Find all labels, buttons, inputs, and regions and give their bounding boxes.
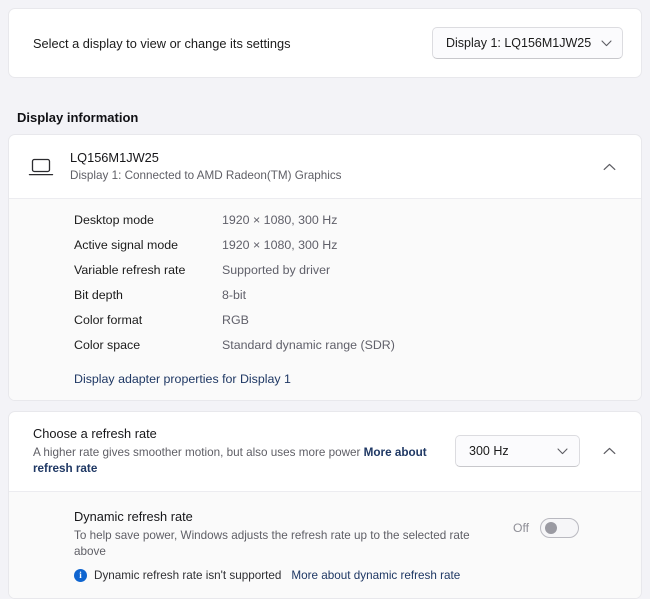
detail-key: Color space xyxy=(74,338,141,352)
detail-row: Bit depth 8-bit xyxy=(9,288,641,313)
detail-value: RGB xyxy=(222,313,249,327)
display-information-expander-header[interactable]: LQ156M1JW25 Display 1: Connected to AMD … xyxy=(9,135,641,198)
select-display-label: Select a display to view or change its s… xyxy=(33,35,291,51)
toggle-knob xyxy=(545,522,558,534)
refresh-rate-dropdown[interactable]: 300 Hz xyxy=(455,435,580,467)
detail-row: Color format RGB xyxy=(9,313,641,338)
chevron-down-icon xyxy=(601,39,612,46)
dynamic-refresh-rate-note: i Dynamic refresh rate isn't supported M… xyxy=(74,569,499,582)
display-settings-page: Select a display to view or change its s… xyxy=(0,8,650,599)
display-information-details: Desktop mode 1920 × 1080, 300 Hz Active … xyxy=(9,198,641,400)
display-information-collapse-button[interactable] xyxy=(594,152,624,182)
detail-value: 1920 × 1080, 300 Hz xyxy=(222,213,338,227)
detail-key: Active signal mode xyxy=(74,238,178,252)
refresh-rate-texts: Choose a refresh rate A higher rate give… xyxy=(33,425,441,477)
display-adapter-properties-link[interactable]: Display adapter properties for Display 1 xyxy=(9,363,291,388)
display-device-name: LQ156M1JW25 xyxy=(70,150,159,165)
laptop-icon xyxy=(28,158,54,175)
dynamic-refresh-rate-title: Dynamic refresh rate xyxy=(74,509,193,524)
dynamic-refresh-rate-toggle[interactable] xyxy=(540,518,580,538)
detail-row: Variable refresh rate Supported by drive… xyxy=(9,263,641,288)
refresh-rate-value: 300 Hz xyxy=(469,444,509,458)
display-information-heading: Display information xyxy=(17,110,139,125)
display-information-titles: LQ156M1JW25 Display 1: Connected to AMD … xyxy=(70,149,578,184)
more-about-dynamic-refresh-rate-link[interactable]: More about dynamic refresh rate xyxy=(291,569,460,582)
display-device-subtitle: Display 1: Connected to AMD Radeon(TM) G… xyxy=(70,169,342,182)
select-display-card: Select a display to view or change its s… xyxy=(8,8,642,78)
display-information-card: LQ156M1JW25 Display 1: Connected to AMD … xyxy=(8,134,642,401)
detail-key: Variable refresh rate xyxy=(74,263,186,277)
refresh-rate-title: Choose a refresh rate xyxy=(33,426,157,441)
detail-key: Color format xyxy=(74,313,143,327)
detail-row: Color space Standard dynamic range (SDR) xyxy=(9,338,641,363)
detail-row: Active signal mode 1920 × 1080, 300 Hz xyxy=(9,238,641,263)
dynamic-refresh-rate-texts: Dynamic refresh rate To help save power,… xyxy=(74,508,499,582)
detail-value: Standard dynamic range (SDR) xyxy=(222,338,395,352)
chevron-up-icon xyxy=(603,163,615,170)
detail-key: Bit depth xyxy=(74,288,123,302)
dynamic-refresh-rate-note-text: Dynamic refresh rate isn't supported xyxy=(94,569,282,582)
chevron-up-icon xyxy=(603,447,615,455)
detail-row: Desktop mode 1920 × 1080, 300 Hz xyxy=(9,213,641,238)
dynamic-refresh-rate-description: To help save power, Windows adjusts the … xyxy=(74,529,470,558)
refresh-rate-description: A higher rate gives smoother motion, but… xyxy=(33,445,441,477)
refresh-rate-description-text: A higher rate gives smoother motion, but… xyxy=(33,446,361,459)
detail-value: 8-bit xyxy=(222,288,247,302)
info-circle-icon: i xyxy=(74,569,87,582)
detail-value: 1920 × 1080, 300 Hz xyxy=(222,238,338,252)
chevron-down-icon xyxy=(557,447,568,454)
dynamic-refresh-rate-toggle-group: Off xyxy=(513,508,580,538)
dynamic-refresh-rate-toggle-state: Off xyxy=(513,521,530,535)
refresh-rate-header: Choose a refresh rate A higher rate give… xyxy=(9,412,641,491)
refresh-rate-collapse-button[interactable] xyxy=(594,436,624,466)
display-selector-value: Display 1: LQ156M1JW25 xyxy=(446,36,592,50)
dynamic-refresh-rate-row: Dynamic refresh rate To help save power,… xyxy=(9,491,641,598)
display-selector-dropdown[interactable]: Display 1: LQ156M1JW25 xyxy=(432,27,623,59)
detail-value: Supported by driver xyxy=(222,263,331,277)
refresh-rate-card: Choose a refresh rate A higher rate give… xyxy=(8,411,642,599)
detail-key: Desktop mode xyxy=(74,213,154,227)
